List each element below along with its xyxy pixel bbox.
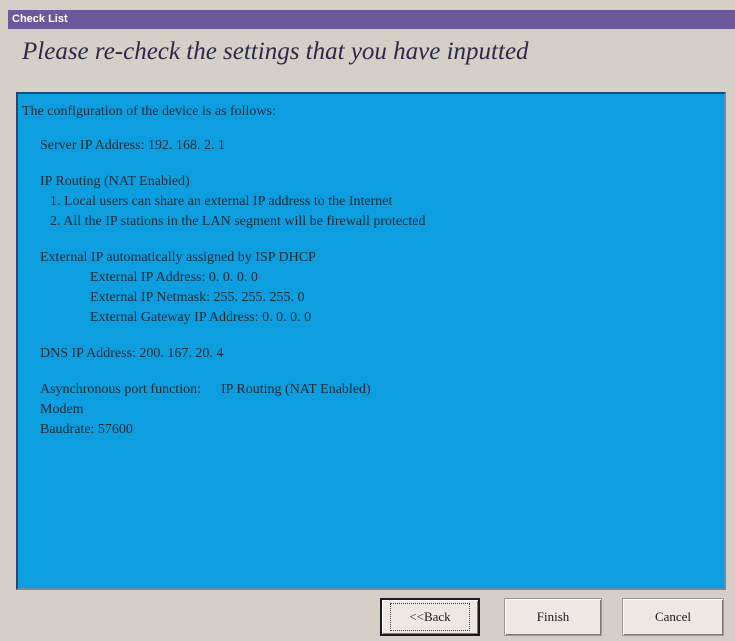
finish-button[interactable]: Finish bbox=[504, 598, 602, 636]
baudrate-line: Baudrate: 57600 bbox=[40, 422, 133, 437]
intro-text: The configuration of the device is as fo… bbox=[22, 104, 276, 119]
page-headline: Please re-check the settings that you ha… bbox=[22, 38, 529, 65]
back-button[interactable]: <<Back bbox=[380, 598, 480, 636]
configuration-summary-panel: The configuration of the device is as fo… bbox=[16, 92, 726, 590]
back-button-label: <<Back bbox=[390, 603, 470, 631]
async-port-value: IP Routing (NAT Enabled) bbox=[220, 382, 371, 397]
dns-ip-line: DNS IP Address: 200. 167. 20. 4 bbox=[40, 346, 224, 361]
external-ip-item: External Gateway IP Address: 0. 0. 0. 0 bbox=[90, 310, 312, 325]
server-ip-line: Server IP Address: 192. 168. 2. 1 bbox=[40, 138, 225, 153]
finish-button-label: Finish bbox=[536, 609, 570, 624]
async-port-label: Asynchronous port function: bbox=[40, 382, 201, 397]
external-ip-item: External IP Address: 0. 0. 0. 0 bbox=[90, 270, 258, 285]
external-ip-item: External IP Netmask: 255. 255. 255. 0 bbox=[90, 290, 305, 305]
async-port-line: Asynchronous port function: IP Routing (N… bbox=[22, 380, 720, 400]
routing-item: 2. All the IP stations in the LAN segmen… bbox=[50, 214, 426, 229]
cancel-button-label: Cancel bbox=[654, 609, 692, 624]
external-ip-heading: External IP automatically assigned by IS… bbox=[40, 250, 316, 265]
cancel-button[interactable]: Cancel bbox=[622, 598, 724, 636]
ip-routing-heading: IP Routing (NAT Enabled) bbox=[40, 174, 190, 189]
configuration-summary-text: The configuration of the device is as fo… bbox=[22, 102, 720, 440]
window-title-bar: Check List bbox=[8, 10, 735, 29]
window-title: Check List bbox=[12, 13, 68, 25]
modem-line: Modem bbox=[40, 402, 84, 417]
routing-item: 1. Local users can share an external IP … bbox=[50, 194, 393, 209]
